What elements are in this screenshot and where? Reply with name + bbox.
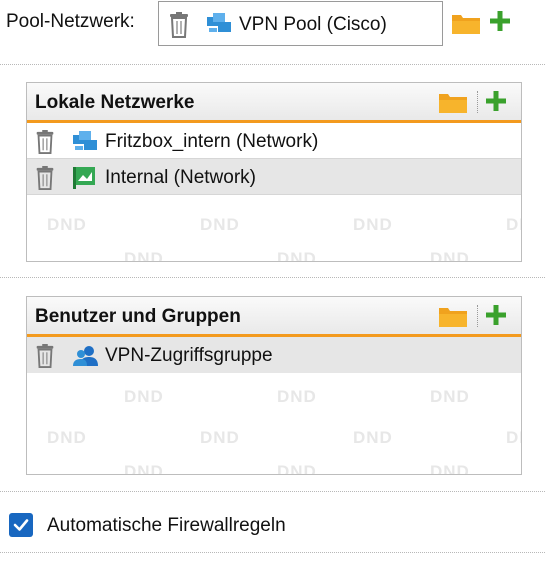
panel-header: Lokale Netzwerke [27, 83, 521, 123]
network-blue-icon [73, 131, 97, 158]
watermark: DND [353, 215, 393, 234]
add-icon[interactable] [485, 90, 507, 117]
trash-icon[interactable] [169, 12, 189, 43]
watermark: DND [506, 215, 521, 234]
checkmark-icon [13, 519, 29, 531]
trash-icon[interactable] [35, 344, 55, 373]
watermark: DND [277, 387, 317, 406]
pool-network-label: Pool-Netzwerk: [6, 11, 135, 32]
list-item[interactable]: VPN-Zugriffsgruppe [27, 337, 521, 373]
list-item-label: VPN-Zugriffsgruppe [105, 345, 273, 366]
list-item-label: Fritzbox_intern (Network) [105, 131, 319, 152]
panel-header: Benutzer und Gruppen [27, 297, 521, 337]
divider [0, 552, 545, 553]
pool-network-value: VPN Pool (Cisco) [239, 14, 387, 35]
watermark: DND [200, 215, 240, 234]
list-item[interactable]: Fritzbox_intern (Network) [27, 123, 521, 159]
firewall-rules-checkbox[interactable] [9, 513, 33, 537]
pool-network-field[interactable]: VPN Pool (Cisco) [158, 1, 443, 46]
watermark: DND [124, 462, 164, 475]
watermark: DND [430, 387, 470, 406]
network-green-icon [73, 167, 97, 194]
list-item-label: Internal (Network) [105, 167, 256, 188]
users-groups-panel: Benutzer und Gruppen VPN-Zugriffsgruppe … [26, 296, 522, 475]
panel-title: Lokale Netzwerke [35, 92, 195, 113]
trash-icon[interactable] [35, 166, 55, 195]
folder-icon[interactable] [439, 305, 467, 332]
folder-icon[interactable] [439, 91, 467, 118]
list-item[interactable]: Internal (Network) [27, 159, 521, 195]
user-group-icon [73, 345, 99, 372]
watermark: DND [200, 428, 240, 447]
watermark: DND [430, 462, 470, 475]
folder-icon[interactable] [452, 12, 480, 39]
watermark: DND [277, 249, 317, 262]
divider [0, 277, 545, 278]
watermark: DND [506, 428, 521, 447]
divider [0, 491, 545, 492]
trash-icon[interactable] [35, 130, 55, 159]
watermark: DND [47, 215, 87, 234]
watermark: DND [353, 428, 393, 447]
watermark: DND [124, 249, 164, 262]
watermark: DND [47, 428, 87, 447]
separator [477, 305, 478, 327]
add-icon[interactable] [485, 304, 507, 331]
network-blue-icon [207, 13, 231, 40]
watermark: DND [277, 462, 317, 475]
panel-title: Benutzer und Gruppen [35, 306, 241, 327]
separator [477, 91, 478, 113]
watermark: DND [430, 249, 470, 262]
watermark: DND [124, 387, 164, 406]
local-networks-panel: Lokale Netzwerke Fritzbox_intern (Networ… [26, 82, 522, 262]
add-icon[interactable] [489, 10, 511, 37]
divider [0, 64, 545, 65]
firewall-rules-label[interactable]: Automatische Firewallregeln [47, 515, 286, 537]
